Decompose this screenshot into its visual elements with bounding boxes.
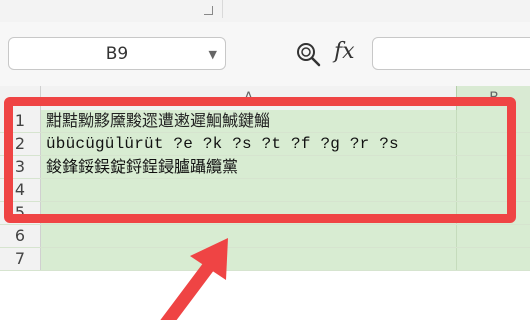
cell-zoom-icon[interactable] bbox=[294, 40, 322, 68]
cell-b6[interactable] bbox=[456, 225, 530, 247]
row-header[interactable]: 6 bbox=[0, 225, 41, 247]
fx-icon[interactable]: fx bbox=[334, 39, 355, 64]
table-row: 6 bbox=[0, 225, 530, 248]
name-box[interactable]: B9 ▼ bbox=[8, 37, 226, 70]
formula-input[interactable] bbox=[372, 37, 530, 70]
annotation-highlight-box bbox=[4, 97, 516, 223]
cell-b7[interactable] bbox=[456, 248, 530, 270]
ribbon-divider bbox=[222, 0, 223, 18]
ribbon-strip bbox=[0, 0, 530, 23]
name-box-value: B9 bbox=[105, 44, 129, 64]
chevron-down-icon[interactable]: ▼ bbox=[209, 38, 217, 71]
annotation-arrow-icon bbox=[160, 238, 228, 320]
table-row: 7 bbox=[0, 248, 530, 271]
ribbon-expand-icon[interactable] bbox=[204, 6, 213, 15]
row-header[interactable]: 7 bbox=[0, 248, 41, 270]
formula-bar: B9 ▼ fx bbox=[0, 22, 530, 86]
